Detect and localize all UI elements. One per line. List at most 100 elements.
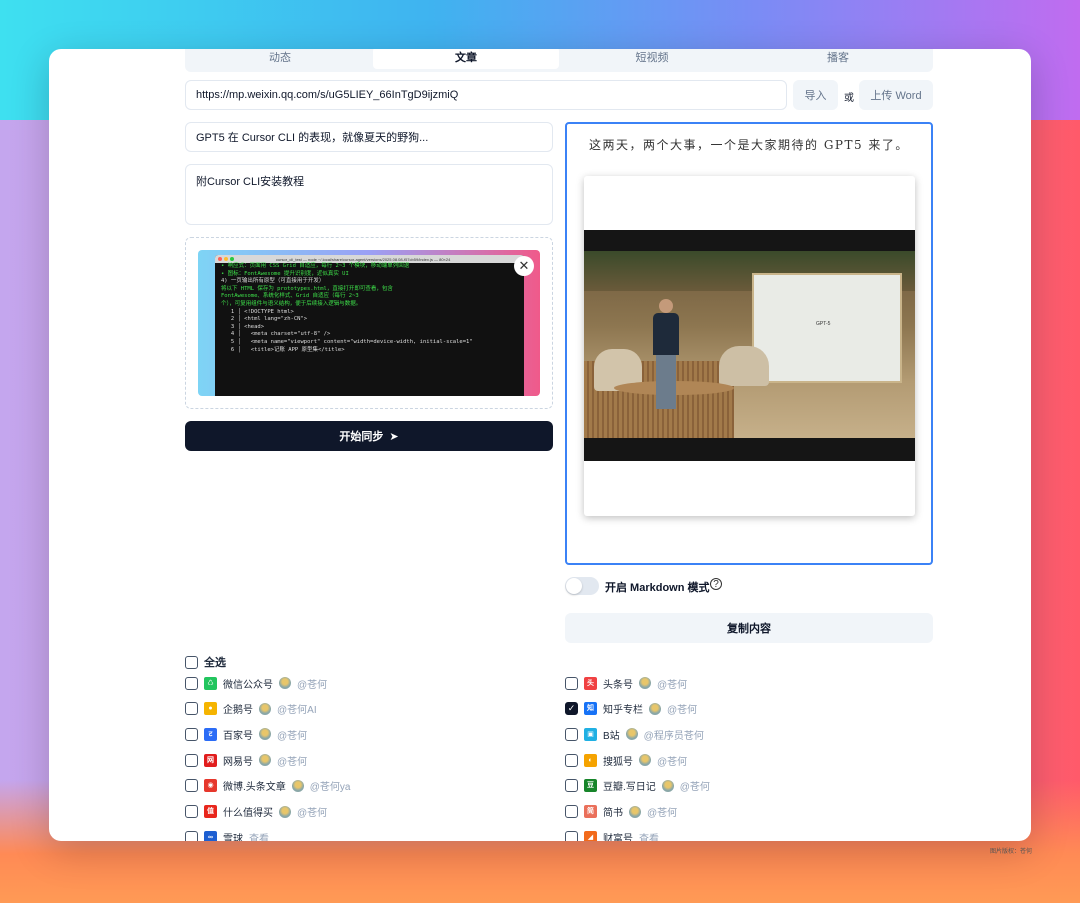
- avatar: [279, 677, 291, 689]
- start-sync-button[interactable]: 开始同步 ➤: [185, 421, 553, 451]
- platform-item[interactable]: 值什么值得买 @苍何: [185, 804, 327, 820]
- terminal-line: • 响应式：页面用 CSS Grid 自适应，每行 2~3 个模块，移动端单列回…: [221, 263, 410, 269]
- platform-item[interactable]: 网易 网易号 @苍何: [185, 752, 308, 777]
- avatar: [259, 702, 271, 715]
- platform-checkbox[interactable]: [565, 805, 578, 818]
- avatar: [279, 805, 291, 818]
- terminal-line: 4) 一页输出所有原型（可直接用于开发）: [221, 278, 325, 285]
- platform-account: @苍何: [679, 782, 710, 794]
- avatar: [625, 728, 638, 741]
- terminal-line: FontAwesome、系统化样式、Grid 自适应（每行 2~3: [221, 293, 359, 300]
- platform-item[interactable]: ट 百家号 @苍何: [185, 726, 307, 742]
- platform-account: @苍何: [297, 808, 328, 819]
- platform-checkbox[interactable]: [565, 727, 578, 741]
- platform-name: 知乎专栏: [603, 705, 643, 717]
- copy-content-button[interactable]: 复制内容: [565, 613, 933, 643]
- platform-account: @苍何: [657, 756, 688, 768]
- markdown-mode-toggle[interactable]: [565, 577, 599, 595]
- app-window: 动态 文章 短视频 播客 https://mp.weixin.qq.com/s/…: [49, 49, 1031, 841]
- tab-dynamic[interactable]: 动态: [187, 49, 373, 69]
- title-input[interactable]: GPT5 在 Cursor CLI 的表现，就像夏天的野狗...: [185, 122, 553, 152]
- platform-checkbox[interactable]: [565, 830, 578, 841]
- avatar: [649, 702, 661, 715]
- select-all-checkbox[interactable]: 全选: [185, 654, 226, 670]
- help-icon[interactable]: ?: [710, 578, 722, 590]
- platform-name: 微博.头条文章: [223, 782, 286, 794]
- article-video-image: GPT-5: [584, 176, 915, 516]
- platform-checkbox[interactable]: [185, 702, 198, 716]
- avatar: [259, 754, 271, 767]
- platform-checkbox[interactable]: [185, 830, 198, 841]
- article-preview-editor[interactable]: 这两天，两个大事，一个是大家期待的 GPT5 来了。 GPT-5: [565, 122, 933, 565]
- terminal-line: 6 │ <title>记账 APP 原型集</title>: [221, 346, 345, 353]
- platform-checkbox[interactable]: [565, 676, 578, 690]
- platform-logo-icon: ▣: [584, 727, 597, 741]
- terminal-line: 5 │ <meta name="viewport" content="width…: [221, 338, 473, 345]
- platform-logo-icon: ◐: [584, 753, 597, 767]
- platform-name: 搜狐号: [603, 756, 633, 768]
- cover-image-dropzone[interactable]: cursor_cli_test — node ~/.local/share/cu…: [185, 237, 553, 409]
- platform-account: @程序员苍何: [643, 730, 704, 742]
- platform-checkbox[interactable]: [185, 805, 198, 818]
- terminal-line: 个），可复用组件与语义结构，便于后续接入逻辑与数据。: [221, 300, 362, 307]
- checkbox[interactable]: [185, 655, 198, 669]
- platform-item[interactable]: ● 企鹅号 @苍何AI: [185, 701, 317, 717]
- platform-logo-icon: ♺: [204, 676, 217, 690]
- avatar: [259, 728, 271, 741]
- tab-podcast[interactable]: 播客: [745, 49, 931, 69]
- platform-item[interactable]: ◢ 财富号 查看: [565, 829, 659, 841]
- import-button[interactable]: 导入: [793, 80, 838, 110]
- terminal-line: 2 │ <html lang="zh-CN">: [221, 316, 308, 323]
- tab-article[interactable]: 文章: [373, 49, 559, 69]
- platform-checkbox[interactable]: ✓: [565, 702, 578, 716]
- platform-item[interactable]: ◉ 微博.头条文章 @苍何ya: [185, 778, 351, 794]
- platform-logo-icon: ●: [204, 702, 217, 716]
- platform-checkbox[interactable]: [185, 727, 198, 741]
- upload-word-button[interactable]: 上传 Word: [859, 80, 933, 110]
- platform-checkbox[interactable]: [185, 779, 198, 793]
- platform-name: 什么值得买: [223, 808, 273, 819]
- content-type-tabs: 动态 文章 短视频 播客: [185, 49, 933, 72]
- platform-account: @苍何: [667, 705, 698, 717]
- platform-item[interactable]: ♺ 微信公众号 @苍何: [185, 675, 327, 691]
- url-input[interactable]: https://mp.weixin.qq.com/s/uG5LIEY_66InT…: [185, 80, 787, 110]
- summary-textarea[interactable]: 附Cursor CLI安装教程: [185, 164, 553, 225]
- platform-checkbox[interactable]: [565, 779, 578, 793]
- platform-item[interactable]: 头条 头条号 @苍何: [565, 675, 687, 700]
- platform-account: @苍何: [277, 756, 308, 768]
- platform-name: B站: [603, 730, 620, 742]
- select-all-label: 全选: [204, 657, 226, 669]
- platform-name: 财富号: [603, 833, 633, 841]
- watermark: 图片版权：苍何: [990, 849, 1033, 855]
- platform-item[interactable]: ✓ 知知乎专栏 @苍何: [565, 701, 697, 717]
- platform-item[interactable]: ◐ 搜狐号 @苍何: [565, 752, 687, 768]
- or-label: 或: [844, 93, 854, 104]
- markdown-mode-label: 开启 Markdown 模式: [605, 582, 710, 594]
- platform-name: 微信公众号: [223, 679, 273, 691]
- platform-account[interactable]: 查看: [249, 830, 269, 841]
- tab-short-video[interactable]: 短视频: [559, 49, 745, 69]
- platform-item[interactable]: ▣ B站 @程序员苍何: [565, 726, 704, 742]
- platform-item[interactable]: ∞ 雪球 查看: [185, 829, 269, 841]
- platform-account[interactable]: 查看: [639, 830, 659, 841]
- platform-account: @苍何ya: [309, 782, 351, 794]
- platform-checkbox[interactable]: [185, 753, 198, 767]
- avatar: [639, 754, 651, 767]
- platform-item[interactable]: 简简书 @苍何: [565, 804, 677, 820]
- cover-image: cursor_cli_test — node ~/.local/share/cu…: [198, 250, 540, 396]
- start-sync-label: 开始同步: [339, 431, 384, 443]
- avatar: [639, 677, 651, 689]
- platform-logo-icon: 简: [584, 805, 597, 818]
- platform-logo-icon: 网易: [204, 753, 217, 777]
- platform-logo-icon: ◉: [204, 779, 217, 793]
- platform-checkbox[interactable]: [185, 676, 198, 690]
- remove-image-icon[interactable]: ✕: [514, 256, 534, 276]
- platform-account: @苍何: [297, 679, 328, 691]
- platform-name: 百家号: [223, 730, 253, 742]
- platform-item[interactable]: 豆豆瓣.写日记 @苍何: [565, 778, 710, 794]
- avatar: [629, 805, 641, 818]
- platform-checkbox[interactable]: [565, 753, 578, 767]
- platform-logo-icon: ◢: [584, 830, 597, 841]
- platform-logo-icon: 豆: [584, 779, 597, 793]
- platform-logo-icon: 知: [584, 702, 597, 716]
